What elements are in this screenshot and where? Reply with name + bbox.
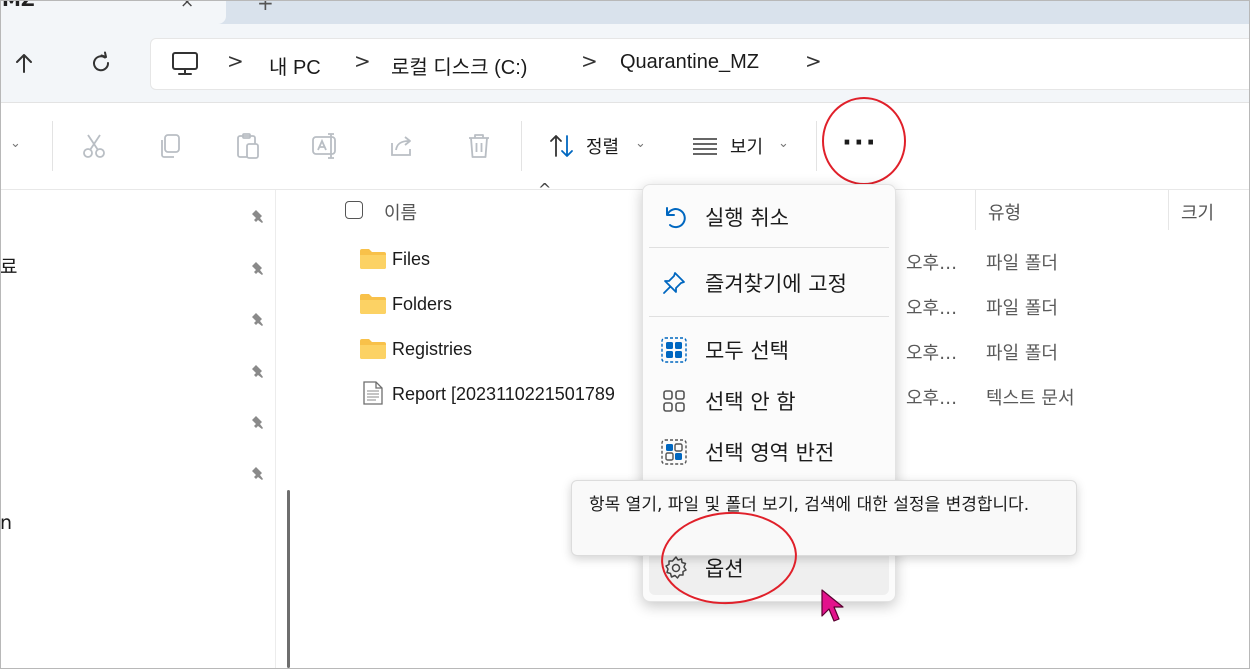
- command-bar: ⌄ 정렬 ⌄ 보기 ⌄ ···: [0, 103, 1250, 190]
- menu-item-label: 즐겨찾기에 고정: [705, 272, 847, 296]
- breadcrumb-separator: >: [354, 49, 371, 73]
- breadcrumb-separator: >: [227, 49, 244, 73]
- sort-ascending-icon: ^: [538, 180, 552, 199]
- file-type: 파일 폴더: [986, 298, 1058, 319]
- pin-icon: [252, 467, 263, 480]
- sort-chevron-icon: ⌄: [635, 136, 646, 151]
- column-divider[interactable]: [975, 190, 976, 230]
- navigation-pane: 료 n: [0, 190, 276, 669]
- menu-item-label: 모두 선택: [705, 339, 789, 363]
- refresh-icon[interactable]: [88, 50, 114, 76]
- nav-item-label-partial[interactable]: 료: [0, 252, 17, 279]
- tooltip-text: 항목 열기, 파일 및 폴더 보기, 검색에 대한 설정을 변경합니다.: [589, 495, 1030, 515]
- options-tooltip: 항목 열기, 파일 및 폴더 보기, 검색에 대한 설정을 변경합니다.: [571, 480, 1077, 556]
- pin-icon: [252, 416, 263, 429]
- folder-icon: [360, 339, 386, 359]
- arrow-up-icon[interactable]: [11, 50, 37, 76]
- breadcrumb-item-this-pc[interactable]: 내 PC: [269, 51, 321, 80]
- share-icon[interactable]: [387, 131, 417, 161]
- file-date: 오후…: [906, 253, 958, 274]
- tab-close-icon[interactable]: ×: [180, 0, 194, 12]
- file-name: Registries: [392, 339, 473, 359]
- toolbar-divider: [816, 121, 817, 171]
- pin-icon: [252, 365, 263, 378]
- address-bar-row: > 내 PC > 로컬 디스크 (C:) > Quarantine_MZ >: [0, 24, 1250, 103]
- column-header-size[interactable]: 크기: [1181, 199, 1214, 225]
- file-date: 오후…: [906, 298, 958, 319]
- rename-icon[interactable]: [310, 131, 340, 161]
- folder-icon: [360, 294, 386, 314]
- file-date: 오후…: [906, 388, 958, 409]
- file-name: Report [2023110221501789: [392, 384, 615, 404]
- file-date: 오후…: [906, 343, 958, 364]
- computer-icon: [172, 52, 198, 75]
- pin-icon: [252, 210, 263, 223]
- column-header-name[interactable]: 이름: [384, 199, 417, 225]
- sort-icon[interactable]: [547, 131, 577, 161]
- text-file-icon: [363, 381, 383, 405]
- toolbar-divider: [521, 121, 522, 171]
- breadcrumb-item-quarantine[interactable]: Quarantine_MZ: [620, 51, 759, 74]
- pin-icon: [252, 313, 263, 326]
- copy-icon[interactable]: [156, 131, 186, 161]
- cut-icon[interactable]: [79, 131, 109, 161]
- menu-item-pin-favorites[interactable]: 즐겨찾기에 고정: [643, 259, 895, 305]
- tab-active[interactable]: MZ ×: [0, 0, 226, 24]
- pin-icon: [252, 262, 263, 275]
- delete-icon[interactable]: [464, 131, 494, 161]
- tab-title: MZ: [2, 0, 35, 11]
- mouse-cursor-icon: [821, 589, 844, 622]
- annotation-circle-more: [822, 97, 906, 185]
- nav-item-label-partial[interactable]: n: [0, 512, 12, 534]
- breadcrumb-item-local-disk[interactable]: 로컬 디스크 (C:): [391, 51, 527, 80]
- menu-item-label: 선택 영역 반전: [705, 441, 835, 465]
- scrollbar-thumb[interactable]: [287, 490, 290, 668]
- view-icon[interactable]: [690, 131, 720, 161]
- paste-icon[interactable]: [233, 131, 263, 161]
- undo-icon: [666, 207, 686, 228]
- view-chevron-icon: ⌄: [778, 136, 789, 151]
- invert-selection-icon: [661, 439, 687, 465]
- file-type: 파일 폴더: [986, 343, 1058, 364]
- new-dropdown-chevron-icon[interactable]: ⌄: [10, 136, 21, 151]
- pin-icon: [663, 272, 685, 294]
- breadcrumb-separator: >: [805, 49, 822, 73]
- view-button[interactable]: 보기: [730, 133, 763, 159]
- menu-item-label: 실행 취소: [705, 206, 789, 230]
- file-type: 파일 폴더: [986, 253, 1058, 274]
- sort-button[interactable]: 정렬: [586, 133, 619, 159]
- file-type: 텍스트 문서: [986, 388, 1075, 409]
- menu-item-select-all[interactable]: 모두 선택: [643, 326, 895, 372]
- breadcrumb[interactable]: > 내 PC > 로컬 디스크 (C:) > Quarantine_MZ >: [150, 38, 1250, 90]
- menu-divider: [649, 316, 889, 317]
- file-name: Files: [392, 249, 431, 269]
- select-all-icon: [661, 337, 687, 363]
- new-tab-icon[interactable]: +: [257, 0, 274, 15]
- menu-item-undo[interactable]: 실행 취소: [643, 193, 895, 239]
- select-all-checkbox[interactable]: [345, 201, 363, 219]
- breadcrumb-separator: >: [581, 49, 598, 73]
- select-none-icon: [663, 390, 685, 412]
- column-header-type[interactable]: 유형: [988, 199, 1021, 225]
- folder-icon: [360, 249, 386, 269]
- toolbar-divider: [52, 121, 53, 171]
- menu-item-select-none[interactable]: 선택 안 함: [643, 377, 895, 423]
- file-name: Folders: [392, 294, 453, 314]
- menu-item-invert-selection[interactable]: 선택 영역 반전: [643, 428, 895, 474]
- menu-item-label: 선택 안 함: [705, 390, 796, 414]
- column-divider[interactable]: [1168, 190, 1169, 230]
- tab-strip: MZ × +: [0, 0, 1250, 24]
- menu-divider: [649, 247, 889, 248]
